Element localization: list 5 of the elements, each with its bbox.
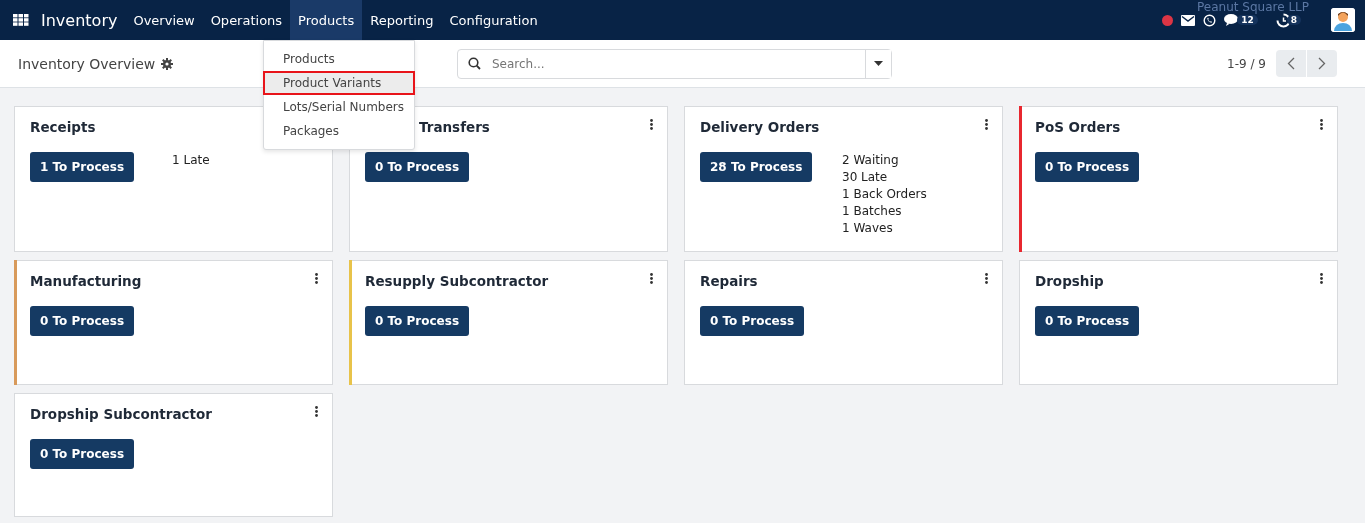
activity-count: 8 [1286, 15, 1301, 25]
company-name: Peanut Square LLP [1197, 0, 1309, 14]
pager-value: 1-9 / 9 [1227, 56, 1266, 71]
message-count: 12 [1237, 15, 1258, 25]
page-title: Inventory Overview [18, 55, 156, 72]
